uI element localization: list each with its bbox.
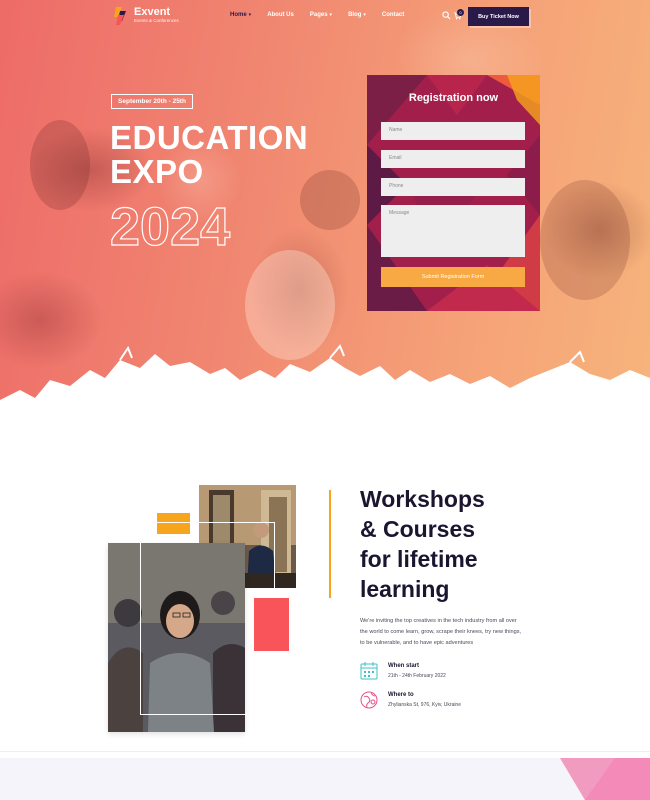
nav-label: Home (230, 12, 247, 18)
hero-photo-shape (300, 170, 360, 230)
about-description: We're inviting the top creatives in the … (360, 618, 522, 646)
event-when-row: When start 21th - 24th February 2022 (360, 661, 560, 685)
nav-item-pages[interactable]: Pages ▾ (310, 12, 332, 18)
about-heading-line: learning (360, 576, 450, 602)
brand-tagline: Events & Conferences (134, 18, 179, 23)
next-section-band (0, 758, 650, 800)
nav-item-contact[interactable]: Contact (382, 12, 404, 18)
brush-edge-divider (0, 344, 650, 420)
main-menu: Home ▾ About Us Pages ▾ Blog ▾ Contact (230, 12, 420, 18)
nav-label: Blog (348, 12, 362, 18)
about-heading-line: for lifetime (360, 546, 478, 572)
hero-title-line-2: EXPO (110, 153, 204, 190)
top-navigation: Exvent Events & Conferences Home ▾ About … (0, 0, 650, 34)
about-heading-line: Workshops (360, 486, 485, 512)
search-icon[interactable] (442, 11, 451, 20)
hero-photo-shape (540, 180, 630, 300)
brand-name[interactable]: Exvent (134, 6, 170, 18)
globe-location-icon (360, 691, 378, 709)
where-label: Where to (388, 692, 414, 698)
hero-year-text: 2024 (110, 197, 230, 255)
hero-section (0, 0, 650, 420)
when-label: When start (388, 663, 420, 669)
email-field[interactable]: Email (381, 150, 525, 168)
when-value: 21th - 24th February 2022 (388, 673, 446, 679)
submit-registration-button[interactable]: Submit Registration Form (381, 267, 525, 287)
nav-label: Pages (309, 12, 328, 18)
chevron-down-icon: ▾ (248, 12, 252, 18)
event-date-badge: September 20th - 25th (111, 94, 193, 109)
hero-year-outline: 2024 (110, 196, 231, 255)
calendar-icon (360, 662, 378, 680)
logo-icon[interactable] (112, 5, 128, 27)
accent-divider (329, 490, 331, 598)
buy-ticket-button[interactable]: Buy Ticket Now (468, 7, 529, 26)
chevron-down-icon: ▾ (329, 12, 333, 18)
decorative-red-square (254, 598, 289, 651)
nav-item-blog[interactable]: Blog ▾ (348, 12, 366, 18)
event-where-row: Where to Zhylianska St, 976, Kyiv, Ukrai… (360, 690, 560, 714)
where-value: Zhylianska St, 976, Kyiv, Ukraine (388, 702, 461, 708)
nav-label: About Us (267, 12, 294, 18)
about-heading: Workshops & Courses for lifetime learnin… (360, 484, 560, 604)
name-field[interactable]: Name (381, 122, 525, 140)
registration-card: Registration now Name Email Phone Messag… (367, 75, 540, 311)
nav-item-home[interactable]: Home ▾ (230, 12, 251, 18)
registration-title: Registration now (408, 92, 499, 104)
nav-item-about[interactable]: About Us (267, 12, 294, 18)
section-divider (0, 751, 650, 752)
hero-photo-shape (30, 120, 90, 210)
chevron-down-icon: ▾ (363, 12, 366, 18)
nav-label: Contact (381, 12, 405, 18)
phone-field[interactable]: Phone (381, 178, 525, 196)
hero-title: EDUCATION EXPO (110, 121, 308, 189)
about-heading-line: & Courses (360, 516, 476, 542)
message-field[interactable]: Message (381, 205, 525, 257)
decorative-pink-shape (560, 758, 650, 800)
hero-title-line-1: EDUCATION (110, 119, 309, 156)
cart-count-badge: 0 (457, 9, 464, 16)
